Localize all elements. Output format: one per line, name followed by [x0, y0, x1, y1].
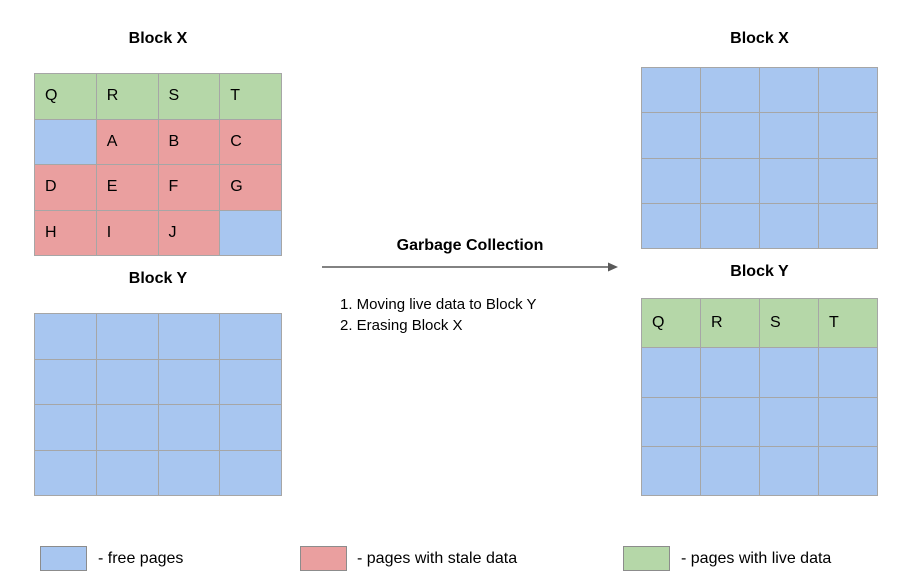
right-block-x-cell-r2c2: [701, 113, 760, 159]
left-block-x-cell-r4c1: H: [35, 210, 97, 256]
left-block-y-cell-r2c4: [220, 359, 282, 405]
right-block-x-cell-r1c4: [819, 68, 878, 114]
right-block-x-cell-r1c1: [642, 68, 701, 114]
left-block-y-cell-r3c2: [96, 405, 159, 451]
legend-label-live-pages: - pages with live data: [681, 550, 832, 567]
left-block-x-cell-r3c3: F: [158, 165, 221, 211]
left-block-y-cell-r4c4: [220, 450, 282, 496]
right-block-y-cell-r1c2: R: [701, 299, 760, 349]
right-block-y-cell-r1c1: Q: [642, 299, 701, 349]
left-block-x-title: Block X: [128, 30, 188, 47]
right-block-y-cell-r3c3: [760, 397, 819, 447]
left-block-y-cell-r4c3: [158, 450, 221, 496]
left-block-y-grid: [34, 313, 282, 496]
right-block-y-cell-r3c4: [819, 397, 878, 447]
left-block-x-cell-r1c3: S: [158, 74, 221, 120]
right-block-x-cell-r4c2: [701, 203, 760, 249]
right-block-y-cell-r2c3: [760, 348, 819, 398]
right-block-x-cell-r3c2: [701, 158, 760, 204]
right-block-y-cell-r4c1: [642, 446, 701, 496]
right-block-y-title: Block Y: [730, 263, 789, 280]
right-block-y-cell-r4c2: [701, 446, 760, 496]
right-block-x-cell-r2c4: [819, 113, 878, 159]
legend-label-free-pages: - free pages: [98, 550, 184, 567]
left-block-y-cell-r1c1: [35, 314, 97, 360]
right-block-y-cell-r2c4: [819, 348, 878, 398]
left-block-x-cell-r4c2: I: [96, 210, 159, 256]
left-block-x-cell-r3c1: D: [35, 165, 97, 211]
left-block-x-cell-r2c3: B: [158, 119, 221, 165]
left-block-x-cell-r4c3: J: [158, 210, 221, 256]
right-block-x-title: Block X: [730, 30, 789, 47]
left-block-x-cell-r1c2: R: [96, 74, 159, 120]
right-block-x-cell-r3c3: [760, 158, 819, 204]
left-block-y-cell-r1c2: [96, 314, 159, 360]
left-block-x-grid: QRST ABC DEFG HIJ: [34, 73, 282, 256]
right-block-y-cell-r2c2: [701, 348, 760, 398]
right-block-x-cell-r2c3: [760, 113, 819, 159]
left-block-x-cell-r4c4: [220, 210, 282, 256]
right-block-x-cell-r3c4: [819, 158, 878, 204]
left-block-y-cell-r3c3: [158, 405, 221, 451]
right-block-x-cell-r2c1: [642, 113, 701, 159]
legend-swatch-live-pages: [623, 546, 670, 571]
left-block-x-cell-r2c2: A: [96, 119, 159, 165]
right-block-y-grid: QRST: [641, 298, 878, 496]
right-block-y-cell-r1c4: T: [819, 299, 878, 349]
right-block-x-cell-r1c3: [760, 68, 819, 114]
legend-swatch-stale-pages: [300, 546, 347, 571]
garbage-collection-step-2: 2. Erasing Block X: [340, 317, 463, 334]
garbage-collection-step-1: 1. Moving live data to Block Y: [340, 296, 537, 313]
right-block-y-cell-r3c2: [701, 397, 760, 447]
left-block-y-cell-r1c4: [220, 314, 282, 360]
left-block-y-cell-r2c1: [35, 359, 97, 405]
garbage-collection-title: Garbage Collection: [396, 237, 544, 254]
left-block-x-cell-r2c1: [35, 119, 97, 165]
legend-label-stale-pages: - pages with stale data: [357, 550, 518, 567]
right-block-x-cell-r4c1: [642, 203, 701, 249]
left-block-y-cell-r2c2: [96, 359, 159, 405]
right-block-y-cell-r4c3: [760, 446, 819, 496]
left-block-y-cell-r4c2: [96, 450, 159, 496]
right-block-x-grid: [641, 67, 878, 249]
left-block-y-cell-r3c1: [35, 405, 97, 451]
right-block-y-cell-r1c3: S: [760, 299, 819, 349]
left-block-y-cell-r2c3: [158, 359, 221, 405]
right-block-x-cell-r3c1: [642, 158, 701, 204]
right-block-y-cell-r4c4: [819, 446, 878, 496]
left-block-y-cell-r1c3: [158, 314, 221, 360]
right-block-y-cell-r2c1: [642, 348, 701, 398]
left-block-y-title: Block Y: [128, 270, 188, 287]
left-block-x-cell-r1c1: Q: [35, 74, 97, 120]
right-block-x-cell-r1c2: [701, 68, 760, 114]
left-block-y-cell-r3c4: [220, 405, 282, 451]
garbage-collection-arrow: [322, 258, 618, 276]
garbage-collection-steps: 1. Moving live data to Block Y 2. Erasing…: [340, 294, 537, 336]
right-block-y-cell-r3c1: [642, 397, 701, 447]
left-block-x-cell-r1c4: T: [220, 74, 282, 120]
left-block-x-cell-r2c4: C: [220, 119, 282, 165]
left-block-x-cell-r3c4: G: [220, 165, 282, 211]
legend-swatch-free-pages: [40, 546, 87, 571]
left-block-x-cell-r3c2: E: [96, 165, 159, 211]
right-block-x-cell-r4c4: [819, 203, 878, 249]
right-block-x-cell-r4c3: [760, 203, 819, 249]
left-block-y-cell-r4c1: [35, 450, 97, 496]
